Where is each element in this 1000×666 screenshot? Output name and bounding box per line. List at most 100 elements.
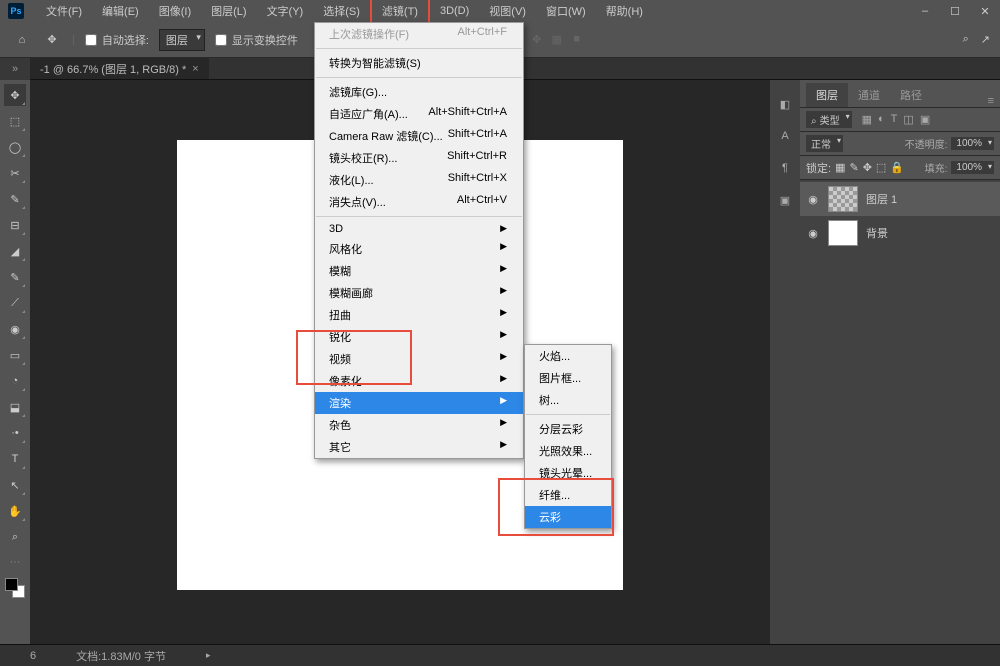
marquee-tool[interactable]: ⬚ [4,110,26,132]
layer-filter-type[interactable]: 类型 [806,111,852,128]
filter-pixel-icon[interactable]: ▦ [862,113,872,126]
tab-channels[interactable]: 通道 [848,83,890,107]
menu-file[interactable]: 文件(F) [36,0,92,22]
pen-tool[interactable]: ⬓ [4,396,26,418]
filter-adjust-icon[interactable]: ◐ [878,113,885,126]
filter-menu-item[interactable]: 3D▶ [315,220,523,238]
opacity-value[interactable]: 100% [951,137,994,150]
hand-tool[interactable]: ✋ [4,500,26,522]
render-menu-item[interactable]: 光照效果... [525,440,611,462]
menu-image[interactable]: 图像(I) [149,0,201,22]
share-icon[interactable]: ↗ [981,33,990,46]
filter-menu-item[interactable]: 其它▶ [315,436,523,458]
menu-layer[interactable]: 图层(L) [201,0,256,22]
foreground-color[interactable] [5,578,18,591]
visibility-icon[interactable]: ◉ [806,193,820,206]
zoom-level[interactable]: 6 [30,650,36,662]
filter-menu-item[interactable]: 锐化▶ [315,326,523,348]
history-brush-tool[interactable]: ◉ [4,318,26,340]
filter-smart-icon[interactable]: ▣ [920,113,930,126]
tab-paths[interactable]: 路径 [890,83,932,107]
3d-panel-icon[interactable]: ▣ [775,190,795,210]
home-icon[interactable]: ⌂ [12,30,32,50]
filter-menu-item[interactable]: 自适应广角(A)...Alt+Shift+Ctrl+A [315,103,523,125]
lasso-tool[interactable]: ◯ [4,136,26,158]
auto-select-checkbox[interactable]: 自动选择: [85,32,149,48]
render-menu-item[interactable]: 树... [525,389,611,411]
doc-size[interactable]: 文档:1.83M/0 字节 [76,648,166,664]
menu-type[interactable]: 文字(Y) [257,0,314,22]
blend-mode-select[interactable]: 正常 [806,135,843,152]
toolbox-more-icon[interactable]: ··· [10,556,21,568]
panel-toggle-button[interactable]: » [0,58,30,80]
lock-artboard-icon[interactable]: ⬚ [876,161,886,174]
brush-tool[interactable]: ✎ [4,266,26,288]
menu-select[interactable]: 选择(S) [313,0,370,22]
lock-image-icon[interactable]: ✎ [849,161,858,174]
filter-menu-item[interactable]: 视频▶ [315,348,523,370]
3d-icon-4[interactable]: ▦ [549,33,565,46]
zoom-tool[interactable]: ⌕ [4,526,26,548]
menu-window[interactable]: 窗口(W) [536,0,596,22]
gradient-tool[interactable]: ▭ [4,344,26,366]
fill-value[interactable]: 100% [951,161,994,174]
filter-menu-item[interactable]: 上次滤镜操作(F)Alt+Ctrl+F [315,23,523,45]
lock-position-icon[interactable]: ✥ [863,161,872,174]
clone-tool[interactable]: ⟋ [4,292,26,314]
paragraph-panel-icon[interactable]: ¶ [775,158,795,178]
layer-item[interactable]: ◉ 背景 [800,216,1000,250]
layer-name[interactable]: 图层 1 [866,191,897,207]
close-button[interactable]: ✕ [970,5,1000,18]
filter-menu-item[interactable]: 渲染▶ [315,392,523,414]
render-menu-item[interactable]: 图片框... [525,367,611,389]
type-tool[interactable]: T [4,448,26,470]
document-tab[interactable]: -1 @ 66.7% (图层 1, RGB/8) * × [30,58,209,79]
color-swatches[interactable] [5,578,25,598]
close-tab-icon[interactable]: × [192,63,198,75]
menu-view[interactable]: 视图(V) [479,0,536,22]
filter-menu-item[interactable]: 模糊画廊▶ [315,282,523,304]
menu-3d[interactable]: 3D(D) [430,2,479,20]
panel-menu-icon[interactable]: ≡ [988,95,994,107]
tab-layers[interactable]: 图层 [806,83,848,107]
maximize-button[interactable]: ☐ [940,5,970,18]
visibility-icon[interactable]: ◉ [806,227,820,240]
dodge-tool[interactable]: ◔ [4,370,26,392]
filter-menu-item[interactable]: 消失点(V)...Alt+Ctrl+V [315,191,523,213]
path-select-tool[interactable]: ↖ [4,474,26,496]
filter-menu-item[interactable]: 液化(L)...Shift+Ctrl+X [315,169,523,191]
menu-edit[interactable]: 编辑(E) [92,0,149,22]
filter-menu-item[interactable]: 像素化▶ [315,370,523,392]
swatches-panel-icon[interactable]: A [775,126,795,146]
show-transform-checkbox[interactable]: 显示变换控件 [215,32,298,48]
layer-name[interactable]: 背景 [866,225,888,241]
menu-help[interactable]: 帮助(H) [596,0,653,22]
menu-filter[interactable]: 滤镜(T) [370,0,430,24]
filter-menu-item[interactable]: 杂色▶ [315,414,523,436]
3d-icon-3[interactable]: ✥ [529,33,545,46]
healing-tool[interactable]: ·• [4,422,26,444]
render-menu-item[interactable]: 分层云彩 [525,418,611,440]
frame-tool[interactable]: ⊟ [4,214,26,236]
minimize-button[interactable]: – [910,5,940,18]
render-menu-item[interactable]: 云彩 [525,506,611,528]
crop-tool[interactable]: ✎ [4,188,26,210]
filter-menu-item[interactable]: Camera Raw 滤镜(C)...Shift+Ctrl+A [315,125,523,147]
filter-menu-item[interactable]: 转换为智能滤镜(S) [315,52,523,74]
filter-type-icon[interactable]: T [891,113,898,126]
quick-select-tool[interactable]: ✂ [4,162,26,184]
filter-menu-item[interactable]: 模糊▶ [315,260,523,282]
filter-menu-item[interactable]: 镜头校正(R)...Shift+Ctrl+R [315,147,523,169]
search-icon[interactable]: ⌕ [963,33,969,46]
layer-item[interactable]: ◉ 图层 1 [800,182,1000,216]
auto-select-target[interactable]: 图层 [159,29,205,51]
render-menu-item[interactable]: 纤维... [525,484,611,506]
3d-icon-5[interactable]: ■ [569,33,585,46]
filter-menu-item[interactable]: 风格化▶ [315,238,523,260]
filter-menu-item[interactable]: 滤镜库(G)... [315,81,523,103]
lock-all-icon[interactable]: 🔒 [890,161,904,174]
move-tool[interactable]: ✥ [4,84,26,106]
eyedropper-tool[interactable]: ◢ [4,240,26,262]
render-menu-item[interactable]: 镜头光晕... [525,462,611,484]
color-panel-icon[interactable]: ◧ [775,94,795,114]
